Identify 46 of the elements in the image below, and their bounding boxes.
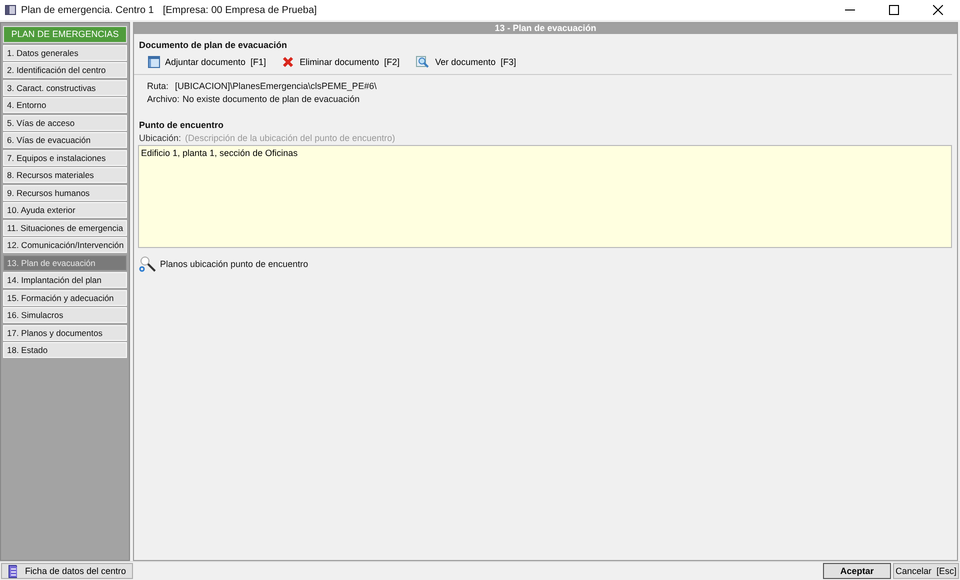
accept-button[interactable]: Aceptar — [823, 563, 891, 579]
window-icon — [5, 5, 16, 15]
ruta-label: Ruta: — [147, 80, 170, 93]
document-icon — [8, 564, 17, 578]
sidebar-item[interactable]: 4. Entorno — [3, 97, 127, 113]
center-data-button[interactable]: Ficha de datos del centro — [1, 563, 133, 579]
field-label: Ubicación: — [139, 133, 182, 143]
sidebar-item[interactable]: 5. Vías de acceso — [3, 114, 127, 130]
section-heading: Punto de encuentro — [139, 120, 225, 130]
sidebar-item[interactable]: 10. Ayuda exterior — [3, 202, 127, 218]
sidebar-item[interactable]: 11. Situaciones de emergencia — [3, 220, 127, 236]
sidebar-item[interactable]: 9. Recursos humanos — [3, 184, 127, 200]
cancel-button[interactable]: Cancelar [Esc] — [893, 563, 959, 579]
window-title: Plan de emergencia. Centro 1 — [21, 4, 154, 16]
magnifier-icon — [139, 256, 157, 272]
location-field[interactable]: Edificio 1, planta 1, sección de Oficinas — [138, 145, 952, 248]
delete-button[interactable]: Eliminar documento [F2] — [281, 55, 401, 69]
maximize-icon — [889, 5, 899, 15]
sidebar-item[interactable]: 7. Equipos e instalaciones — [3, 150, 127, 166]
sidebar-item[interactable]: 15. Formación y adecuación — [3, 290, 127, 306]
panel-title: 13 - Plan de evacuación — [134, 23, 957, 34]
search-icon — [416, 56, 430, 68]
sidebar-header: PLAN DE EMERGENCIAS — [3, 26, 127, 43]
maps-link[interactable]: Planos ubicación punto de encuentro — [160, 259, 308, 269]
archivo-label: Archivo: — [147, 93, 180, 106]
attach-button[interactable]: Adjuntar documento [F1] — [147, 55, 268, 69]
sidebar-item[interactable]: 2. Identificación del centro — [3, 62, 127, 78]
window-icon — [148, 56, 160, 68]
section-heading: Documento de plan de evacuación — [139, 40, 288, 50]
sidebar-item[interactable]: 8. Recursos materiales — [3, 167, 127, 183]
sidebar-item[interactable]: 12. Comunicación/Intervención — [3, 237, 127, 253]
sidebar-item[interactable]: 17. Planos y documentos — [3, 324, 127, 340]
window-subtitle: [Empresa: 00 Empresa de Prueba] — [162, 4, 317, 16]
sidebar-item[interactable]: 6. Vías de evacuación — [3, 132, 127, 148]
field-hint: (Descripción de la ubicación del punto de encuentro) — [185, 133, 396, 143]
close-icon — [933, 5, 943, 15]
sidebar-item[interactable]: 1. Datos generales — [3, 44, 127, 60]
ruta-value: [UBICACION]\PlanesEmergencia\clsPEME_PE#6\ — [175, 80, 377, 93]
sidebar-item[interactable]: 18. Estado — [3, 342, 127, 358]
close-icon — [282, 56, 294, 68]
archivo-value: No existe documento de plan de evacuación — [182, 93, 360, 106]
sidebar-item[interactable]: 16. Simulacros — [3, 307, 127, 323]
view-button[interactable]: Ver documento [F3] — [414, 55, 518, 69]
sidebar-item[interactable]: 3. Caract. constructivas — [3, 80, 127, 96]
sidebar-item[interactable]: 13. Plan de evacuación — [3, 254, 127, 270]
sidebar-item[interactable]: 14. Implantación del plan — [3, 272, 127, 288]
